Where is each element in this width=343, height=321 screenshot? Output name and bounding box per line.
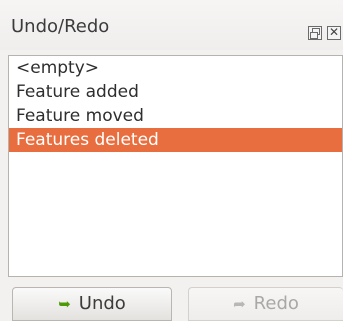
close-icon[interactable]: ✕ — [327, 25, 341, 40]
redo-button[interactable]: ➦ Redo — [188, 287, 343, 321]
redo-label: Redo — [253, 293, 299, 314]
panel-title: Undo/Redo — [11, 16, 110, 37]
panel-titlebar[interactable]: Undo/Redo ✕ — [0, 0, 343, 50]
undo-button[interactable]: ➥ Undo — [12, 287, 172, 321]
undo-label: Undo — [78, 293, 126, 314]
redo-arrow-icon: ➦ — [233, 295, 246, 313]
undo-redo-panel: Undo/Redo ✕ <empty> Feature added Featur… — [0, 0, 343, 321]
float-window-icon[interactable] — [308, 26, 322, 40]
history-item-feature-moved[interactable]: Feature moved — [9, 104, 342, 128]
history-list[interactable]: <empty> Feature added Feature moved Feat… — [8, 55, 343, 277]
undo-arrow-icon: ➥ — [58, 295, 71, 313]
close-glyph: ✕ — [328, 25, 340, 39]
history-item-feature-added[interactable]: Feature added — [9, 80, 342, 104]
history-item-empty[interactable]: <empty> — [9, 56, 342, 80]
history-item-features-deleted[interactable]: Features deleted — [9, 128, 342, 152]
